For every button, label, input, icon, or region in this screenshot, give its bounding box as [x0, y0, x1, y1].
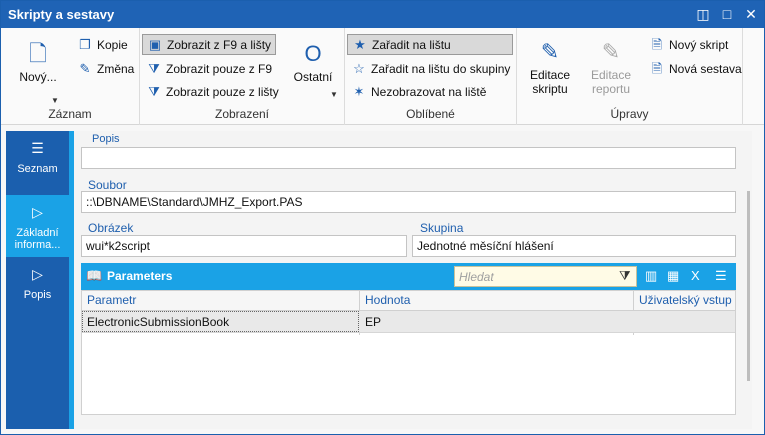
window-icon: ▣: [148, 36, 162, 52]
obrazek-field[interactable]: wui*k2script: [81, 235, 407, 257]
window-title: Skripty a sestavy: [8, 7, 115, 22]
book-icon: 📖: [86, 268, 103, 283]
ribbon: 🗋 Nový... ▼ ❐ Kopie ✎ Změna Záznam ▣ Zob…: [1, 28, 764, 125]
other-dropdown-icon[interactable]: ▼: [330, 90, 338, 99]
filter-icon: ⧩: [148, 60, 160, 76]
edit-script-button[interactable]: ✎ Editace skriptu: [525, 39, 575, 97]
filter-star-icon: ⧩: [148, 83, 160, 99]
title-bar: Skripty a sestavy ◫ □ ✕: [1, 1, 764, 28]
column-uzivatelsky-vstup[interactable]: Uživatelský vstup: [639, 293, 732, 307]
new-document-icon: 🗋: [29, 41, 47, 66]
soubor-label: Soubor: [88, 178, 127, 192]
circle-icon: O: [304, 41, 322, 66]
column-hodnota[interactable]: Hodnota: [365, 293, 410, 307]
soubor-field[interactable]: ::\DBNAME\Standard\JMHZ_Export.PAS: [81, 191, 736, 213]
script-icon: 🗎: [651, 36, 663, 52]
ribbon-group-upravy: ✎ Editace skriptu ✎ Editace reportu 🗎 No…: [517, 28, 743, 125]
other-button[interactable]: O Ostatní: [288, 41, 338, 85]
hide-from-bar-button[interactable]: ✶ Nezobrazovat na liště: [347, 81, 490, 102]
vertical-scrollbar[interactable]: [747, 191, 750, 381]
group-name-zobrazeni: Zobrazení: [214, 107, 270, 121]
menu-icon[interactable]: ☰: [715, 268, 727, 284]
popis-field[interactable]: [81, 147, 736, 169]
sidebar-item-zakladni-informace[interactable]: ▷ Základní informa...: [6, 195, 69, 257]
play-icon: ▷: [32, 204, 43, 220]
popis-label: Popis: [92, 133, 120, 145]
edit-report-button[interactable]: ✎ Editace reportu: [585, 39, 637, 97]
edit-script-icon: ✎: [540, 39, 560, 64]
show-f9-and-bar-button[interactable]: ▣ Zobrazit z F9 a lišty: [142, 34, 277, 55]
skupina-field[interactable]: Jednotné měsíční hlášení: [412, 235, 736, 257]
content-panel: Popis Soubor ::\DBNAME\Standard\JMHZ_Exp…: [69, 131, 752, 429]
add-to-bar-button[interactable]: ★ Zařadit na lištu: [347, 34, 513, 55]
obrazek-label: Obrázek: [88, 221, 134, 235]
restore-icon[interactable]: ◫: [694, 5, 712, 23]
maximize-icon[interactable]: □: [718, 5, 736, 23]
report-icon: 🗎: [651, 60, 663, 76]
columns-icon[interactable]: ▦: [667, 268, 679, 284]
search-input[interactable]: Hledat ⧩: [454, 266, 637, 287]
show-only-f9-button[interactable]: ⧩ Zobrazit pouze z F9: [142, 58, 276, 79]
parameters-title: Parameters: [107, 269, 173, 283]
ribbon-group-oblibene: ★ Zařadit na lištu ☆ Zařadit na lištu do…: [345, 28, 517, 125]
edit-report-icon: ✎: [601, 39, 621, 64]
cell-hodnota[interactable]: EP: [365, 315, 381, 329]
new-button[interactable]: 🗋 Nový...: [15, 41, 61, 85]
ribbon-group-zobrazeni: ▣ Zobrazit z F9 a lišty ⧩ Zobrazit pouze…: [140, 28, 345, 125]
group-name-zaznam: Záznam: [48, 107, 92, 121]
edit-button[interactable]: ✎ Změna: [73, 58, 138, 79]
skupina-label: Skupina: [420, 221, 464, 235]
sidebar-item-popis[interactable]: ▷ Popis: [6, 265, 69, 317]
new-button-label: Nový...: [19, 70, 57, 84]
copy-icon: ❐: [79, 36, 91, 52]
filter-icon[interactable]: ⧩: [619, 268, 631, 284]
table-row[interactable]: ElectronicSubmissionBook EP: [82, 311, 735, 333]
pencil-icon: ✎: [79, 60, 91, 76]
group-name-upravy: Úpravy: [610, 107, 649, 121]
cell-parametr[interactable]: ElectronicSubmissionBook: [87, 315, 229, 329]
parameters-grid: Parametr Hodnota Uživatelský vstup Elect…: [81, 290, 736, 415]
parameters-header: 📖 Parameters Hledat ⧩ ▥ ▦ X ☰: [81, 263, 736, 290]
new-dropdown-icon[interactable]: ▼: [51, 96, 59, 105]
excel-export-icon[interactable]: X: [691, 268, 700, 283]
show-only-bar-button[interactable]: ⧩ Zobrazit pouze z lišty: [142, 81, 283, 102]
add-to-bar-group-button[interactable]: ☆ Zařadit na lištu do skupiny: [347, 58, 514, 79]
ribbon-group-zaznam: 🗋 Nový... ▼ ❐ Kopie ✎ Změna Záznam: [1, 28, 140, 125]
sidebar-item-seznam[interactable]: ☰ Seznam: [6, 139, 69, 195]
star-crossed-icon: ✶: [353, 83, 365, 99]
hamburger-icon: ☰: [31, 140, 44, 156]
group-name-oblibene: Oblíbené: [406, 107, 455, 121]
chart-icon[interactable]: ▥: [645, 268, 657, 284]
column-parametr[interactable]: Parametr: [87, 293, 136, 307]
grid-header: Parametr Hodnota Uživatelský vstup: [82, 291, 735, 311]
copy-button[interactable]: ❐ Kopie: [73, 34, 132, 55]
play-icon: ▷: [32, 266, 43, 282]
star-icon: ★: [354, 36, 366, 52]
star-outline-icon: ☆: [353, 60, 365, 76]
sidebar: ☰ Seznam ▷ Základní informa... ▷ Popis: [6, 131, 69, 429]
new-report-button[interactable]: 🗎 Nová sestava: [645, 58, 746, 79]
window: Skripty a sestavy ◫ □ ✕ 🗋 Nový... ▼ ❐ Ko…: [0, 0, 765, 435]
new-script-button[interactable]: 🗎 Nový skript: [645, 34, 732, 55]
close-icon[interactable]: ✕: [742, 5, 760, 23]
